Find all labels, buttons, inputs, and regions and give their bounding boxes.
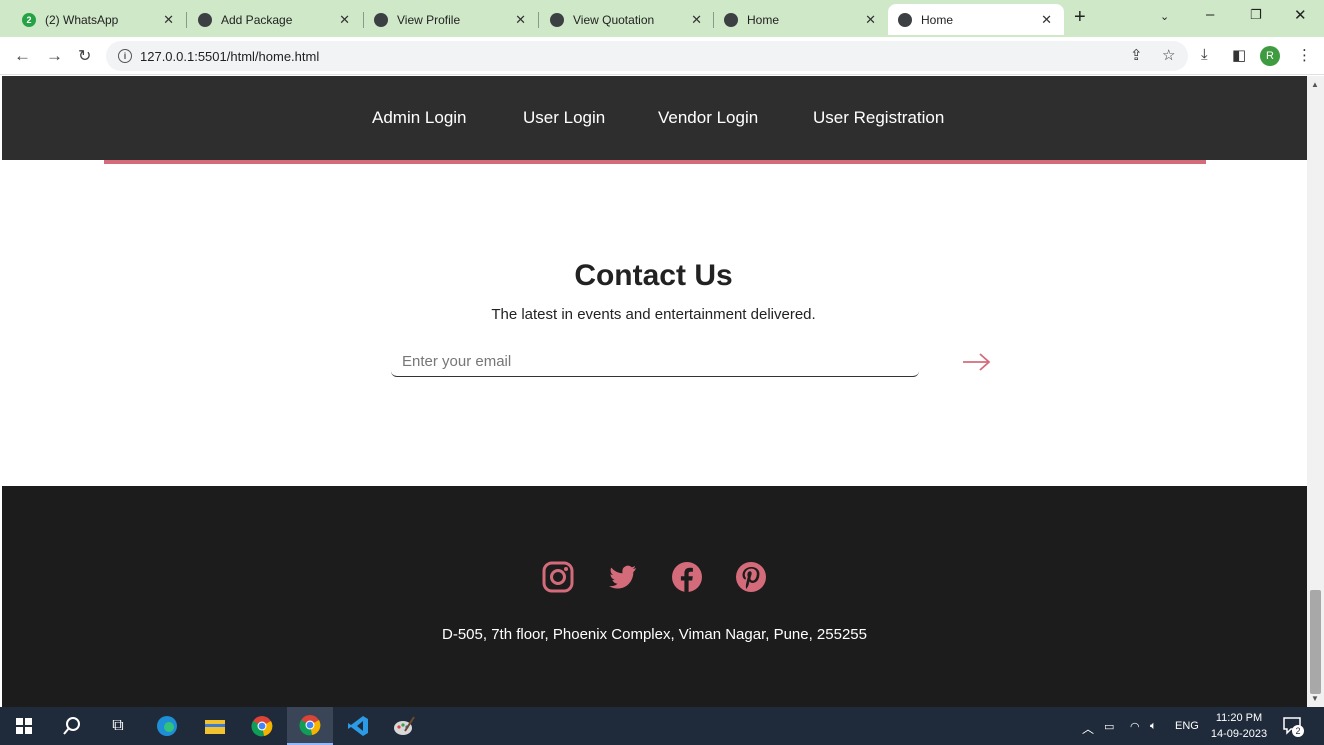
chrome-icon[interactable] <box>244 707 280 745</box>
wifi-icon[interactable]: ◠ <box>1130 720 1140 733</box>
scroll-down-icon[interactable]: ▼ <box>1311 694 1319 703</box>
volume-icon[interactable]: 🔈︎ <box>1150 720 1157 733</box>
globe-icon <box>374 12 388 27</box>
globe-icon <box>550 12 564 27</box>
info-icon[interactable]: i <box>118 49 132 63</box>
tab-view-profile[interactable]: View Profile ✕ <box>364 4 538 35</box>
instagram-icon[interactable] <box>541 560 575 594</box>
new-tab-button[interactable]: + <box>1074 6 1086 29</box>
file-explorer-icon[interactable] <box>198 707 232 745</box>
minimize-button[interactable]: – <box>1206 6 1214 23</box>
profile-avatar[interactable]: R <box>1260 46 1280 66</box>
globe-icon <box>198 12 212 27</box>
whatsapp-icon: 2 <box>22 12 36 27</box>
url-text: 127.0.0.1:5501/html/home.html <box>140 48 320 64</box>
tab-whatsapp[interactable]: 2 (2) WhatsApp ✕ <box>12 4 186 35</box>
nav-admin-login[interactable]: Admin Login <box>372 108 467 128</box>
windows-taskbar: ⧉ ︿ ▭ ◠ 🔈︎ ENG 11:20 PM 14-09-2023 2 <box>0 707 1324 745</box>
share-icon[interactable]: ⇪ <box>1130 46 1143 64</box>
nav-user-login[interactable]: User Login <box>523 108 605 128</box>
accent-divider <box>104 160 1206 164</box>
restore-button[interactable]: ❐ <box>1250 7 1262 23</box>
tab-title: (2) WhatsApp <box>45 12 119 27</box>
email-input[interactable] <box>391 346 919 377</box>
globe-icon <box>724 12 738 27</box>
tab-bar: 2 (2) WhatsApp ✕ Add Package ✕ View Prof… <box>0 0 1324 37</box>
task-view-icon[interactable]: ⧉ <box>102 707 134 745</box>
side-panel-icon[interactable]: ◧ <box>1232 46 1246 64</box>
battery-icon[interactable]: ▭ <box>1104 720 1114 733</box>
address-toolbar: ← → ↻ i 127.0.0.1:5501/html/home.html ⇪ … <box>0 37 1324 75</box>
nav-user-registration[interactable]: User Registration <box>813 108 944 128</box>
footer: D-505, 7th floor, Phoenix Complex, Viman… <box>2 486 1307 707</box>
menu-icon[interactable]: ⋮ <box>1297 46 1312 64</box>
reload-icon[interactable]: ↻ <box>78 46 91 66</box>
download-icon[interactable]: ⤓ <box>1201 46 1208 63</box>
language-indicator[interactable]: ENG <box>1175 720 1199 732</box>
tab-title: Add Package <box>221 12 293 27</box>
tab-title: Home <box>747 12 780 27</box>
site-navbar: Admin Login User Login Vendor Login User… <box>2 76 1307 160</box>
facebook-icon[interactable] <box>670 560 704 594</box>
contact-subtitle: The latest in events and entertainment d… <box>491 306 816 323</box>
tab-home-active[interactable]: Home ✕ <box>888 4 1064 35</box>
clock-time: 11:20 PM <box>1215 712 1263 724</box>
star-icon[interactable]: ☆ <box>1162 46 1175 64</box>
contact-title: Contact Us <box>574 259 733 292</box>
chrome-profile-icon[interactable] <box>287 707 333 745</box>
tab-add-package[interactable]: Add Package ✕ <box>188 4 362 35</box>
chevron-up-icon[interactable]: ︿ <box>1082 720 1094 737</box>
tab-search-icon[interactable]: ⌄ <box>1160 10 1169 23</box>
forward-icon[interactable]: → <box>46 46 63 66</box>
address-bar[interactable]: i 127.0.0.1:5501/html/home.html <box>106 41 1188 71</box>
close-icon[interactable]: ✕ <box>515 12 526 28</box>
close-icon[interactable]: ✕ <box>163 12 174 28</box>
tab-title: View Profile <box>397 12 461 27</box>
tab-title: Home <box>921 12 954 27</box>
notification-center-icon[interactable]: 2 <box>1282 717 1304 737</box>
close-icon[interactable]: ✕ <box>1041 12 1052 28</box>
vscode-icon[interactable] <box>338 707 378 745</box>
notification-count-badge: 2 <box>1292 725 1304 737</box>
close-icon[interactable]: ✕ <box>865 12 876 28</box>
close-icon[interactable]: ✕ <box>339 12 350 28</box>
tab-title: View Quotation <box>573 12 655 27</box>
arrow-right-icon[interactable] <box>960 346 992 378</box>
windows-start-icon[interactable] <box>8 707 40 745</box>
scroll-up-icon[interactable]: ▲ <box>1311 80 1319 89</box>
clock[interactable]: 11:20 PM 14-09-2023 <box>1208 710 1270 742</box>
back-icon[interactable]: ← <box>14 46 31 66</box>
twitter-icon[interactable] <box>605 560 639 594</box>
footer-address: D-505, 7th floor, Phoenix Complex, Viman… <box>442 626 867 643</box>
search-icon[interactable] <box>56 707 88 745</box>
close-window-button[interactable]: ✕ <box>1294 6 1307 24</box>
page-viewport: Admin Login User Login Vendor Login User… <box>0 76 1307 707</box>
globe-icon <box>898 12 912 27</box>
pinterest-icon[interactable] <box>734 560 768 594</box>
paint-icon[interactable] <box>384 707 424 745</box>
edge-icon[interactable] <box>150 707 184 745</box>
tab-view-quotation[interactable]: View Quotation ✕ <box>540 4 714 35</box>
nav-vendor-login[interactable]: Vendor Login <box>658 108 758 128</box>
tab-home[interactable]: Home ✕ <box>714 4 888 35</box>
scrollbar-thumb[interactable] <box>1310 590 1321 694</box>
clock-date: 14-09-2023 <box>1210 728 1268 740</box>
close-icon[interactable]: ✕ <box>691 12 702 28</box>
